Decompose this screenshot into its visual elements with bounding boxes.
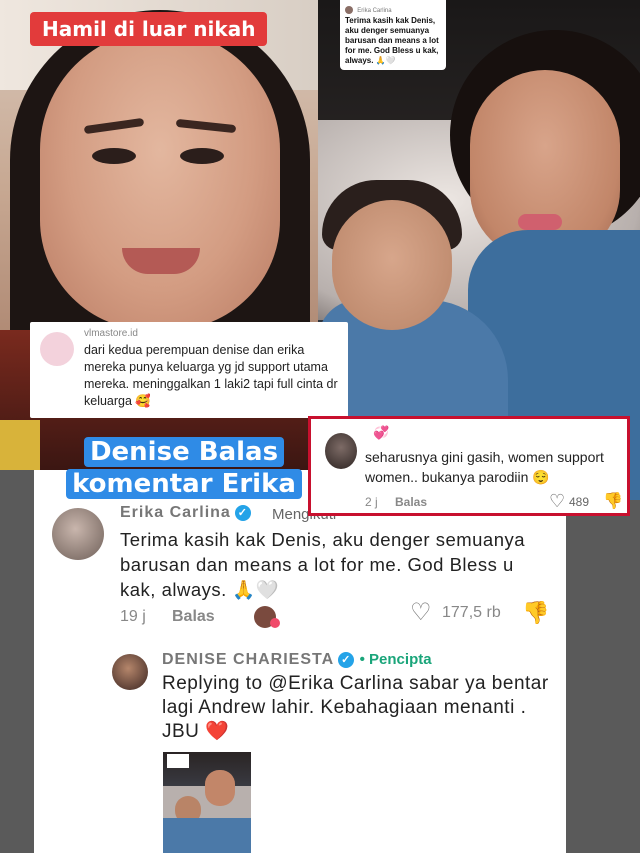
avatar	[345, 5, 353, 14]
mini-comment-username: Erika Carlina	[357, 8, 392, 14]
eyebrow	[83, 117, 145, 135]
verified-badge-icon: ✓	[338, 651, 355, 668]
like-count: 489	[569, 495, 590, 509]
sleeping-child-face	[332, 200, 452, 330]
author-name[interactable]: DENISE CHARIESTA	[162, 651, 334, 668]
thumbnail-mother	[205, 770, 235, 806]
like-heart-icon[interactable]: ♡	[549, 491, 565, 512]
verified-badge-icon: ✓	[234, 504, 251, 521]
reply-author[interactable]: DENISE CHARIESTA ✓ • Pencipta	[162, 651, 432, 669]
mother-lips	[518, 214, 562, 230]
comment-time: 2 j	[365, 495, 378, 509]
mouth	[122, 248, 200, 274]
dislike-icon[interactable]: 👎	[603, 491, 623, 511]
video-title-badge: Hamil di luar nikah	[30, 12, 268, 46]
eye	[92, 148, 136, 164]
comment-time: 19 j	[120, 608, 146, 625]
reply-button[interactable]: Balas	[172, 608, 215, 626]
comment-text: seharusnya gini gasih, women support wom…	[365, 449, 604, 485]
avatar[interactable]	[112, 654, 148, 690]
eye	[180, 148, 224, 164]
woman-face	[40, 30, 280, 330]
reply-button[interactable]: Balas	[395, 495, 427, 509]
comment-username: vlmastore.id	[84, 328, 138, 339]
thumbnail-comment-sticker	[167, 754, 189, 768]
creator-liked-avatar	[254, 606, 280, 628]
comment-text: dari kedua perempuan denise dan erika me…	[84, 343, 338, 408]
mini-comment-sticker: Erika Carlina Terima kasih kak Denis, ak…	[340, 0, 446, 70]
avatar[interactable]	[325, 433, 357, 469]
comment-username[interactable]: 💞	[373, 425, 389, 441]
author-name[interactable]: Erika Carlina	[120, 504, 231, 521]
mini-comment-text: Terima kasih kak Denis, aku denger semua…	[345, 16, 439, 65]
like-heart-icon[interactable]: ♡	[410, 601, 434, 625]
video-reply-thumbnail[interactable]	[163, 752, 251, 853]
reply-text: Replying to @Erika Carlina sabar ya bent…	[162, 673, 549, 742]
headline-text: Denise Balas komentar Erika	[66, 437, 302, 499]
screenshot-canvas: Hamil di luar nikah Erika Carlina Terima…	[0, 0, 640, 853]
creator-label: • Pencipta	[359, 651, 432, 668]
comment-author[interactable]: Erika Carlina ✓	[120, 504, 251, 522]
avatar[interactable]	[52, 508, 104, 560]
comment-text: Terima kasih kak Denis, aku denger semua…	[120, 529, 526, 600]
dislike-icon[interactable]: 👎	[522, 600, 549, 626]
eyebrow	[175, 118, 237, 134]
thumbnail-pajamas	[163, 818, 251, 853]
comment-sticker-left: vlmastore.id dari kedua perempuan denise…	[30, 322, 348, 418]
avatar	[40, 332, 74, 366]
username-suffix: 💞	[373, 425, 390, 440]
like-count: 177,5 rb	[442, 604, 501, 621]
highlighted-comment: 💞 seharusnya gini gasih, women support w…	[308, 416, 630, 516]
shirt-pattern	[0, 420, 40, 470]
headline-caption: Denise Balas komentar Erika	[44, 436, 324, 500]
